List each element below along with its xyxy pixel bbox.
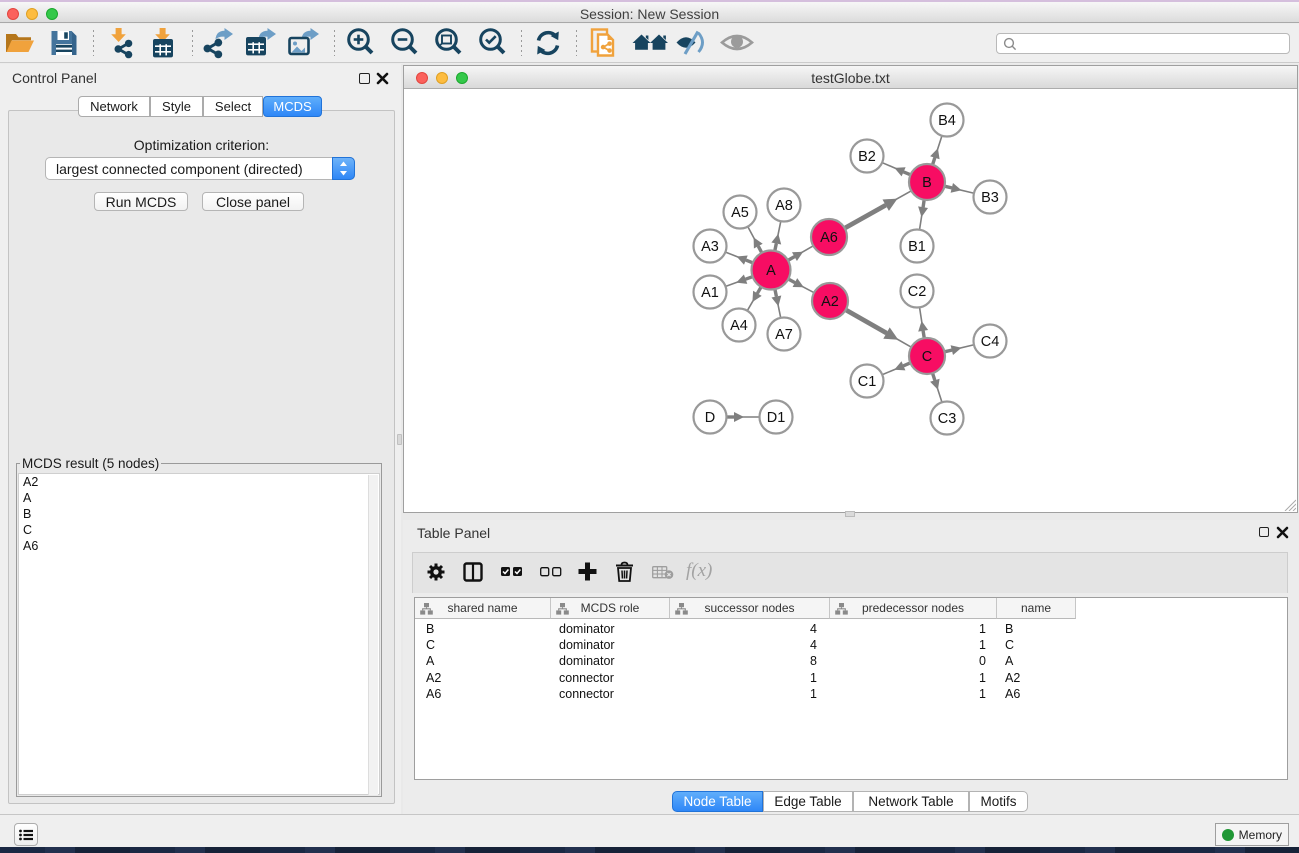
svg-text:C2: C2	[908, 284, 927, 300]
svg-text:A4: A4	[730, 318, 748, 334]
svg-text:B1: B1	[908, 239, 926, 255]
svg-text:B2: B2	[858, 149, 876, 165]
svg-text:A2: A2	[821, 294, 839, 310]
svg-text:A8: A8	[775, 198, 793, 214]
svg-text:D: D	[705, 410, 715, 426]
svg-text:A3: A3	[701, 239, 719, 255]
svg-text:B: B	[922, 175, 932, 191]
svg-text:C4: C4	[981, 334, 1000, 350]
svg-text:A5: A5	[731, 205, 749, 221]
svg-text:C1: C1	[858, 374, 877, 390]
svg-text:C3: C3	[938, 411, 957, 427]
svg-text:B3: B3	[981, 190, 999, 206]
svg-text:A7: A7	[775, 327, 793, 343]
svg-text:D1: D1	[767, 410, 786, 426]
svg-text:A6: A6	[820, 230, 838, 246]
svg-text:A1: A1	[701, 285, 719, 301]
svg-text:C: C	[922, 349, 932, 365]
svg-text:A: A	[766, 263, 776, 279]
svg-text:B4: B4	[938, 113, 956, 129]
